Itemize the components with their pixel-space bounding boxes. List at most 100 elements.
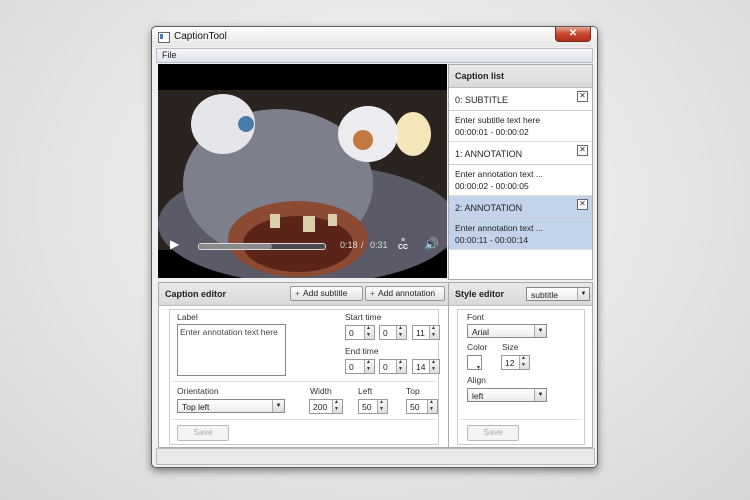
- remove-caption-icon[interactable]: ✕: [577, 145, 588, 156]
- caption-item-text: Enter subtitle text here: [455, 115, 541, 125]
- end-hours-value: 0: [349, 362, 354, 372]
- caption-list-header: Caption list: [449, 65, 592, 88]
- app-icon: [158, 32, 170, 43]
- caption-item-title: 2: ANNOTATION: [455, 203, 523, 213]
- size-value: 12: [505, 358, 515, 368]
- save-caption-button[interactable]: Save: [177, 425, 229, 441]
- size-stepper[interactable]: 12: [501, 355, 530, 370]
- orientation-value: Top left: [182, 402, 210, 412]
- style-type-select[interactable]: subtitle ▼: [526, 287, 590, 301]
- width-label: Width: [310, 386, 332, 396]
- align-select[interactable]: left ▼: [467, 388, 547, 402]
- caption-editor-panel: Caption editor + Add subtitle + Add annota…: [158, 282, 449, 448]
- width-stepper[interactable]: 200: [309, 399, 343, 414]
- stepper-arrows-icon[interactable]: [377, 399, 387, 413]
- caption-editor-header: Caption editor + Add subtitle + Add annota…: [159, 283, 448, 306]
- style-type-value: subtitle: [531, 290, 558, 300]
- window-title: CaptionTool: [174, 31, 227, 42]
- add-annotation-button[interactable]: + Add annotation: [365, 286, 445, 301]
- stepper-arrows-icon[interactable]: [427, 399, 437, 413]
- stepper-arrows-icon[interactable]: [364, 325, 374, 339]
- caption-item-text: Enter annotation text ...: [455, 223, 543, 233]
- video-player[interactable]: ▶ 0:18 / 0:31 ≡ CC 🔊: [158, 64, 447, 278]
- top-label: Top: [406, 386, 420, 396]
- plus-icon: +: [370, 288, 375, 298]
- start-minutes-stepper[interactable]: 0: [379, 325, 407, 340]
- chevron-down-icon[interactable]: ▼: [534, 389, 546, 401]
- color-picker[interactable]: [467, 355, 482, 371]
- caption-list-item[interactable]: 0: SUBTITLE ✕ Enter subtitle text here 0…: [449, 88, 592, 142]
- caption-tool-window: CaptionTool ✕ File ▶ 0:18 / 0:31 ≡ CC 🔊 …: [151, 26, 598, 468]
- style-editor-panel: Style editor subtitle ▼ Font Arial ▼ Color…: [448, 282, 593, 448]
- start-seconds-stepper[interactable]: 11: [412, 325, 440, 340]
- title-bar[interactable]: CaptionTool ✕: [152, 27, 597, 47]
- stepper-arrows-icon[interactable]: [396, 325, 406, 339]
- label-textarea[interactable]: Enter annotation text here: [177, 324, 286, 376]
- style-editor-header: Style editor subtitle ▼: [449, 283, 592, 306]
- closed-captions-icon[interactable]: ≡ CC: [397, 237, 409, 251]
- caption-item-divider: [449, 164, 592, 165]
- stepper-arrows-icon[interactable]: [519, 355, 529, 369]
- stepper-arrows-icon[interactable]: [396, 359, 406, 373]
- volume-icon[interactable]: 🔊: [424, 237, 439, 251]
- chevron-down-icon[interactable]: ▼: [577, 288, 589, 300]
- start-hours-value: 0: [349, 328, 354, 338]
- caption-item-title: 0: SUBTITLE: [455, 95, 509, 105]
- plus-icon: +: [295, 288, 300, 298]
- caption-list-panel: Caption list 0: SUBTITLE ✕ Enter subtitl…: [448, 64, 593, 280]
- menu-bar: File: [156, 48, 593, 63]
- time-separator: /: [361, 240, 364, 250]
- orientation-select[interactable]: Top left ▼: [177, 399, 285, 413]
- style-editor-title: Style editor: [455, 289, 505, 299]
- progress-bar[interactable]: [198, 243, 326, 250]
- label-label: Label: [177, 312, 198, 322]
- end-seconds-value: 14: [416, 362, 426, 372]
- top-stepper[interactable]: 50: [406, 399, 438, 414]
- caption-list-item-selected[interactable]: 2: ANNOTATION ✕ Enter annotation text ..…: [449, 196, 592, 250]
- caption-item-time: 00:00:01 - 00:00:02: [455, 127, 529, 137]
- divider: [173, 419, 435, 420]
- add-subtitle-button[interactable]: + Add subtitle: [290, 286, 363, 301]
- caption-item-divider: [449, 218, 592, 219]
- caption-list-title: Caption list: [455, 71, 504, 81]
- progress-fill: [199, 244, 273, 249]
- left-label: Left: [358, 386, 373, 396]
- start-hours-stepper[interactable]: 0: [345, 325, 375, 340]
- start-seconds-value: 11: [416, 328, 425, 338]
- remove-caption-icon[interactable]: ✕: [577, 91, 588, 102]
- caption-list-item[interactable]: 1: ANNOTATION ✕ Enter annotation text ..…: [449, 142, 592, 196]
- status-bar: [156, 448, 595, 465]
- top-value: 50: [410, 402, 420, 412]
- end-seconds-stepper[interactable]: 14: [412, 359, 440, 374]
- orientation-label: Orientation: [177, 386, 219, 396]
- align-label: Align: [467, 375, 486, 385]
- stepper-arrows-icon[interactable]: [429, 359, 439, 373]
- chevron-down-icon[interactable]: ▼: [534, 325, 546, 337]
- font-label: Font: [467, 312, 485, 322]
- end-minutes-value: 0: [383, 362, 388, 372]
- video-controls: ▶ 0:18 / 0:31 ≡ CC 🔊: [158, 234, 447, 254]
- left-value: 50: [362, 402, 372, 412]
- end-hours-stepper[interactable]: 0: [345, 359, 375, 374]
- divider: [173, 381, 435, 382]
- caption-item-time: 00:00:11 - 00:00:14: [455, 235, 529, 245]
- caption-editor-title: Caption editor: [165, 289, 226, 299]
- cc-label: CC: [397, 244, 409, 251]
- stepper-arrows-icon[interactable]: [429, 325, 439, 339]
- end-time-label: End time: [345, 346, 379, 356]
- end-minutes-stepper[interactable]: 0: [379, 359, 407, 374]
- font-select[interactable]: Arial ▼: [467, 324, 547, 338]
- left-stepper[interactable]: 50: [358, 399, 388, 414]
- caption-item-text: Enter annotation text ...: [455, 169, 543, 179]
- stepper-arrows-icon[interactable]: [364, 359, 374, 373]
- play-icon[interactable]: ▶: [170, 237, 179, 251]
- stepper-arrows-icon[interactable]: [332, 399, 342, 413]
- total-time: 0:31: [370, 240, 388, 250]
- start-minutes-value: 0: [383, 328, 388, 338]
- save-style-button[interactable]: Save: [467, 425, 519, 441]
- close-button[interactable]: ✕: [555, 27, 591, 42]
- current-time: 0:18: [340, 240, 358, 250]
- chevron-down-icon[interactable]: ▼: [272, 400, 284, 412]
- remove-caption-icon[interactable]: ✕: [577, 199, 588, 210]
- menu-file[interactable]: File: [162, 50, 177, 60]
